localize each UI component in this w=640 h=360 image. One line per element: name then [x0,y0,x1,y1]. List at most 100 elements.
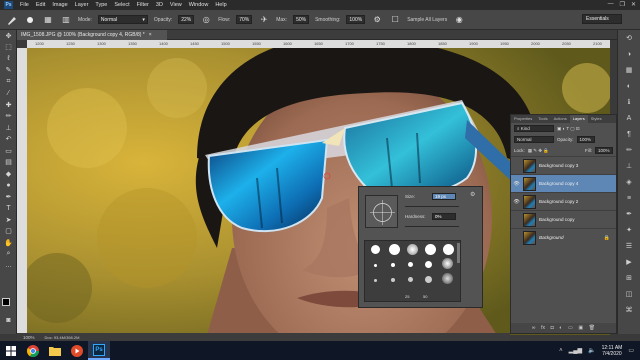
blend-mode-dropdown[interactable]: Normal [514,136,554,143]
airbrush-icon[interactable]: ✈ [258,14,270,26]
menu-3d[interactable]: 3D [156,2,163,8]
brush-preset[interactable] [391,263,395,267]
brush-preset[interactable] [425,261,432,268]
pressure-opacity-icon[interactable]: ◎ [200,14,212,26]
color-icon[interactable]: ◑ [618,46,640,62]
menu-select[interactable]: Select [114,2,129,8]
menu-file[interactable]: File [20,2,29,8]
marquee-tool-icon[interactable]: ⬚ [1,42,16,54]
shape-tool-icon[interactable]: ▢ [1,226,16,238]
layer-row[interactable]: 👁 Background copy 4 [511,174,616,192]
lasso-tool-icon[interactable]: ℓ [1,53,16,65]
filter-icons[interactable]: ▣ ◐ T ▢ ⊡ [557,126,580,132]
gradient-tool-icon[interactable]: ▤ [1,157,16,169]
brush-tool-icon[interactable] [6,14,18,26]
doc-size[interactable]: Doc: 93.4M/398.2M [45,335,80,340]
hand-tool-icon[interactable]: ✋ [1,237,16,249]
lock-icons[interactable]: ▦ ✎ ✥ 🔒 [528,148,549,154]
blur-tool-icon[interactable]: ◆ [1,168,16,180]
libraries-icon[interactable]: ◫ [618,286,640,302]
eye-icon[interactable]: 👁 [513,199,520,205]
brush-preset-picker[interactable] [24,14,36,26]
adjustments-icon[interactable]: ◐ [618,78,640,94]
brush-preset[interactable] [407,244,418,255]
size-field[interactable]: 19 px [432,193,456,200]
tab-properties[interactable]: Properties [511,115,535,123]
adjustment-layer-icon[interactable]: ◐ [559,325,562,331]
styles-icon[interactable]: ✦ [618,222,640,238]
brush-preset[interactable] [442,258,453,269]
document-tab[interactable]: IMG_1508.JPG @ 100% (Background copy 4, … [17,30,167,40]
size-slider[interactable] [405,206,459,207]
timeline-icon[interactable]: ⌘ [618,302,640,318]
flow-field[interactable]: 70% [236,15,253,24]
menu-image[interactable]: Image [52,2,67,8]
photoshop-taskbar-button[interactable]: Ps [88,341,110,360]
path-selection-tool-icon[interactable]: ➤ [1,214,16,226]
foreground-color-swatch[interactable] [2,298,10,306]
zoom-tool-icon[interactable]: ⌕ [1,249,16,261]
navigator-icon[interactable]: ⊞ [618,270,640,286]
smoothing-field[interactable]: 100% [346,15,366,24]
brush-grid-scrollbar[interactable] [457,243,460,263]
brush-preset[interactable] [374,264,377,267]
crop-tool-icon[interactable]: ⌗ [1,76,16,88]
new-group-icon[interactable]: ▭ [568,325,573,331]
hardness-field[interactable]: 0% [432,213,456,220]
healing-brush-tool-icon[interactable]: ✚ [1,99,16,111]
link-layers-icon[interactable]: ∞ [532,325,536,331]
max-field[interactable]: 50% [293,15,310,24]
media-player-taskbar-button[interactable] [66,341,88,360]
menu-help[interactable]: Help [215,2,226,8]
history-brush-tool-icon[interactable]: ↶ [1,134,16,146]
tab-actions[interactable]: Actions [551,115,570,123]
actions-icon[interactable]: ▶ [618,254,640,270]
hardness-slider[interactable] [405,226,459,227]
brush-tool-icon[interactable]: ✏ [1,111,16,123]
brush-preset[interactable] [391,278,395,282]
filter-kind-dropdown[interactable]: ⌕ Kind [514,125,554,132]
channels-icon[interactable]: ≡ [618,190,640,206]
notifications-icon[interactable]: ▭ [628,347,634,354]
brush-preset[interactable] [442,273,453,284]
sample-all-layers-checkbox[interactable]: ☐ [389,14,401,26]
chrome-taskbar-button[interactable] [22,341,44,360]
brush-preset[interactable] [408,262,413,267]
close-button[interactable]: ✕ [631,1,636,8]
dodge-tool-icon[interactable]: ● [1,180,16,192]
pen-tool-icon[interactable]: ✒ [1,191,16,203]
gear-icon[interactable]: ⚙ [470,191,475,198]
paragraph-icon[interactable]: ¶ [618,126,640,142]
volume-icon[interactable]: 🔈 [588,347,595,354]
clone-stamp-tool-icon[interactable]: ⊥ [1,122,16,134]
type-tool-icon[interactable]: T [1,203,16,215]
layer-style-icon[interactable]: fx [541,325,545,331]
network-icon[interactable]: ▂▄▆ [569,347,582,354]
eye-icon[interactable]: 👁 [513,181,520,187]
layer-row[interactable]: Background 🔒 [511,228,616,246]
opacity-field[interactable]: 22% [178,15,195,24]
new-layer-icon[interactable]: ▣ [578,325,583,331]
layer-row[interactable]: Background copy 3 [511,156,616,174]
properties-icon[interactable]: ☰ [618,238,640,254]
mode-dropdown[interactable]: Normal ▾ [97,15,148,24]
paths-icon[interactable]: ✒ [618,206,640,222]
brush-preset[interactable] [443,244,454,255]
tab-styles[interactable]: Styles [588,115,605,123]
file-explorer-taskbar-button[interactable] [44,341,66,360]
clock[interactable]: 12:11 AM 7/4/2020 [602,345,623,357]
minimize-button[interactable]: — [608,1,614,8]
tab-tools[interactable]: Tools [535,115,550,123]
brush-settings-icon[interactable]: ✏ [618,142,640,158]
brush-preset[interactable] [374,279,377,282]
clone-source-icon[interactable]: ▥ [60,14,72,26]
eraser-tool-icon[interactable]: ▭ [1,145,16,157]
eyedropper-tool-icon[interactable]: ⁄ [1,88,16,100]
menu-type[interactable]: Type [95,2,107,8]
swatches-icon[interactable]: ▦ [618,62,640,78]
menu-edit[interactable]: Edit [36,2,45,8]
start-button[interactable] [0,341,22,360]
restore-button[interactable]: ❐ [620,1,625,8]
workspace-dropdown[interactable]: Essentials [582,14,622,24]
brush-preset-grid[interactable]: 25 50 [364,240,461,302]
